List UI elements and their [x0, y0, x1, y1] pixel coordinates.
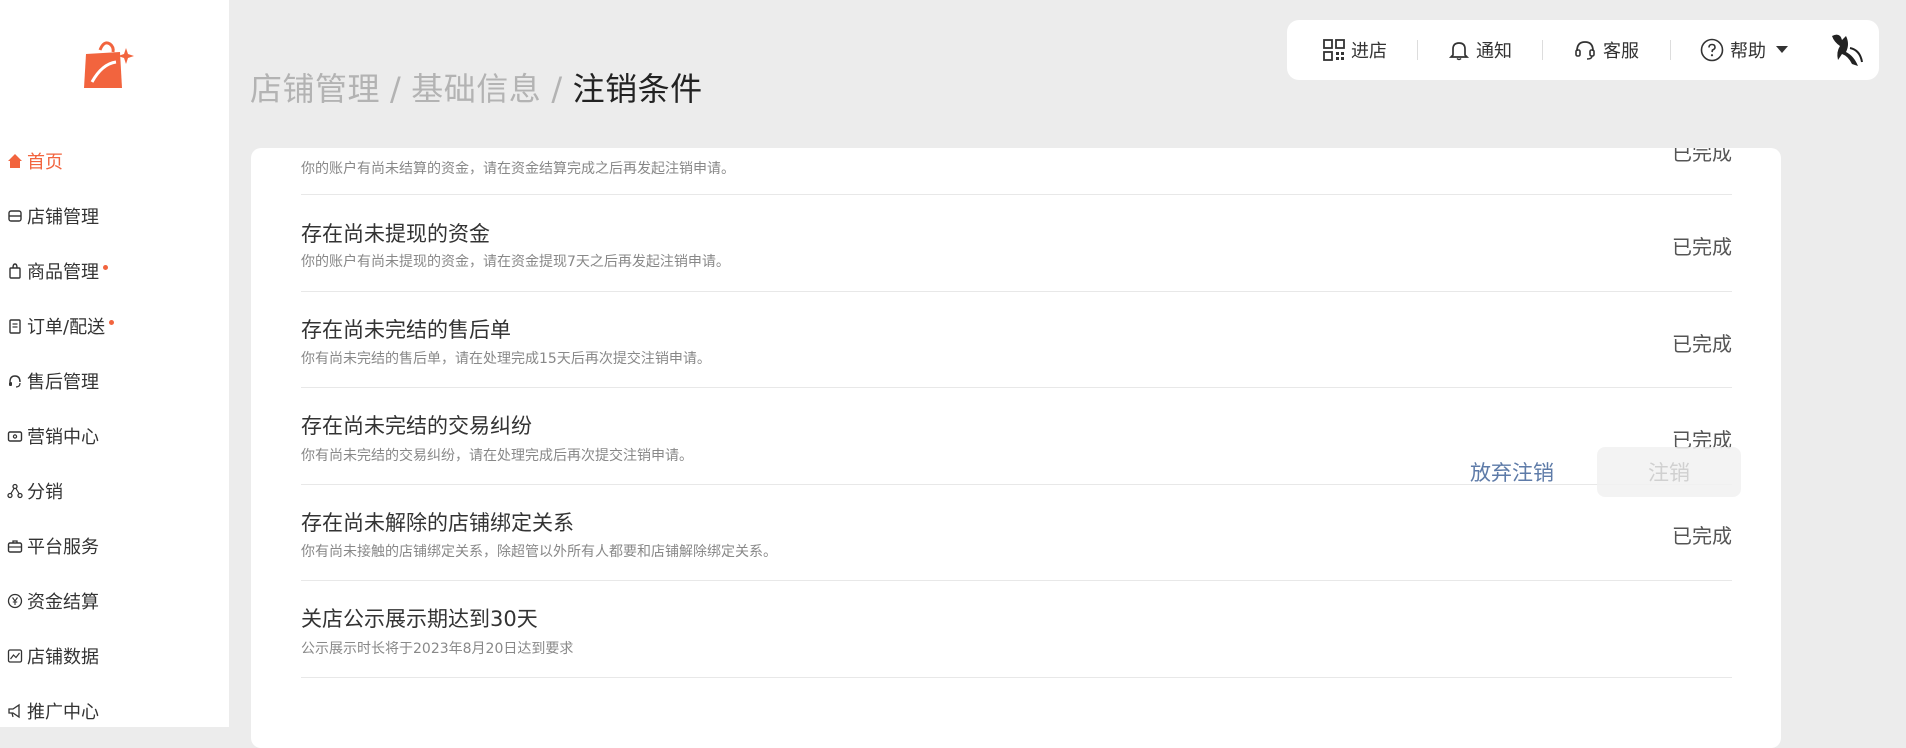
condition-row: 关店公示展示期达到30天 公示展示时长将于2023年8月20日达到要求 — [301, 581, 1732, 678]
sidebar-item-aftersale[interactable]: 售后管理 — [0, 353, 229, 408]
divider — [1670, 40, 1671, 60]
megaphone-icon — [6, 702, 23, 719]
sidebar-item-marketing[interactable]: 营销中心 — [0, 408, 229, 463]
breadcrumb-separator: / — [390, 70, 402, 108]
notification-dot — [109, 320, 115, 325]
condition-title: 存在尚未完结的交易纠纷 — [301, 414, 532, 438]
sidebar-item-label: 订单/配送 — [27, 316, 106, 338]
sidebar-item-label: 首页 — [27, 151, 63, 173]
briefcase-icon — [6, 537, 23, 554]
condition-row: 存在尚未完结的售后单 你有尚未完结的售后单，请在处理完成15天后再次提交注销申请… — [301, 292, 1732, 388]
sidebar-nav: 首页 店铺管理 商品管理 订单/配送 售后管理 营销中心 分销 平台服务 资金结… — [0, 133, 229, 738]
breadcrumb-link-store[interactable]: 店铺管理 — [250, 70, 380, 108]
breadcrumb: 店铺管理 / 基础信息 / 注销条件 — [250, 64, 703, 110]
qrcode-icon — [1323, 39, 1345, 61]
condition-title: 存在尚未提现的资金 — [301, 222, 490, 246]
condition-desc: 公示展示时长将于2023年8月20日达到要求 — [301, 641, 574, 657]
help-label: 帮助 — [1730, 41, 1766, 62]
user-avatar[interactable] — [1824, 26, 1872, 74]
notification-dot — [103, 265, 108, 270]
sidebar-item-label: 营销中心 — [27, 426, 99, 448]
condition-desc: 你的账户有尚未结算的资金，请在资金结算完成之后再发起注销申请。 — [301, 161, 735, 177]
sidebar-item-store[interactable]: 店铺管理 — [0, 188, 229, 243]
breadcrumb-current: 注销条件 — [572, 70, 703, 108]
breadcrumb-link-basic-info[interactable]: 基础信息 — [411, 70, 541, 108]
store-icon — [6, 207, 23, 224]
top-toolbar: 进店 通知 客服 帮助 — [1287, 20, 1879, 80]
condition-title: 存在尚未解除的店铺绑定关系 — [301, 511, 574, 535]
enter-store-button[interactable]: 进店 — [1323, 20, 1387, 80]
condition-desc: 你有尚未完结的售后单，请在处理完成15天后再次提交注销申请。 — [301, 351, 711, 367]
sidebar-item-promotion[interactable]: 推广中心 — [0, 683, 229, 738]
ticket-icon — [6, 427, 23, 444]
notifications-label: 通知 — [1476, 41, 1512, 62]
condition-desc: 你的账户有尚未提现的资金，请在资金提现7天之后再发起注销申请。 — [301, 254, 730, 270]
condition-row: 存在尚未解除的店铺绑定关系 你有尚未接触的店铺绑定关系，除超管以外所有人都要和店… — [301, 485, 1732, 581]
customer-service-button[interactable]: 客服 — [1573, 20, 1639, 80]
condition-status: 已完成 — [1672, 148, 1732, 165]
sidebar-item-label: 推广中心 — [27, 701, 99, 723]
help-dropdown[interactable]: 帮助 — [1700, 20, 1794, 80]
condition-title: 关店公示展示期达到30天 — [301, 607, 538, 631]
app-logo[interactable] — [80, 36, 136, 92]
sidebar-item-orders[interactable]: 订单/配送 — [0, 298, 229, 353]
condition-row: 存在尚未提现的资金 你的账户有尚未提现的资金，请在资金提现7天之后再发起注销申请… — [301, 195, 1732, 292]
help-icon — [1700, 38, 1724, 62]
caret-down-icon — [1776, 46, 1788, 53]
condition-desc: 你有尚未完结的交易纠纷，请在处理完成后再次提交注销申请。 — [301, 448, 693, 464]
enter-store-label: 进店 — [1351, 41, 1387, 62]
condition-status: 已完成 — [1672, 235, 1732, 259]
sidebar-item-label: 商品管理 — [27, 261, 99, 283]
sidebar-item-label: 资金结算 — [27, 591, 99, 613]
condition-status: 已完成 — [1672, 332, 1732, 356]
sidebar-item-data[interactable]: 店铺数据 — [0, 628, 229, 683]
headset-icon — [1575, 41, 1595, 60]
sidebar-item-label: 平台服务 — [27, 536, 99, 558]
bag-icon — [6, 262, 23, 279]
sidebar-item-settlement[interactable]: 资金结算 — [0, 573, 229, 628]
headset-icon — [6, 372, 23, 389]
sidebar-item-home[interactable]: 首页 — [0, 133, 229, 188]
bell-icon — [1448, 42, 1470, 61]
sidebar-item-label: 售后管理 — [27, 371, 99, 393]
sidebar-item-distribution[interactable]: 分销 — [0, 463, 229, 518]
sidebar-item-products[interactable]: 商品管理 — [0, 243, 229, 298]
home-icon — [6, 152, 23, 169]
condition-title: 存在尚未完结的售后单 — [301, 318, 511, 342]
share-icon — [6, 482, 23, 499]
yen-icon — [6, 592, 23, 609]
condition-desc: 你有尚未接触的店铺绑定关系，除超管以外所有人都要和店铺解除绑定关系。 — [301, 544, 777, 560]
divider — [1417, 40, 1418, 60]
sidebar-item-label: 店铺管理 — [27, 206, 99, 228]
sidebar: 首页 店铺管理 商品管理 订单/配送 售后管理 营销中心 分销 平台服务 资金结… — [0, 0, 229, 727]
condition-status: 已完成 — [1672, 524, 1732, 548]
deregister-button[interactable]: 注销 — [1597, 447, 1741, 497]
order-icon — [6, 317, 23, 334]
chart-icon — [6, 647, 23, 664]
condition-row: 你的账户有尚未结算的资金，请在资金结算完成之后再发起注销申请。 已完成 — [301, 148, 1732, 195]
divider — [1542, 40, 1543, 60]
sidebar-item-platform[interactable]: 平台服务 — [0, 518, 229, 573]
sidebar-item-label: 店铺数据 — [27, 646, 99, 668]
abandon-cancellation-link[interactable]: 放弃注销 — [1470, 457, 1554, 487]
customer-service-label: 客服 — [1603, 41, 1639, 62]
conditions-panel: 你的账户有尚未结算的资金，请在资金结算完成之后再发起注销申请。 已完成 存在尚未… — [251, 148, 1781, 748]
sidebar-item-label: 分销 — [27, 481, 63, 503]
breadcrumb-separator: / — [551, 70, 563, 108]
notifications-button[interactable]: 通知 — [1448, 20, 1512, 80]
